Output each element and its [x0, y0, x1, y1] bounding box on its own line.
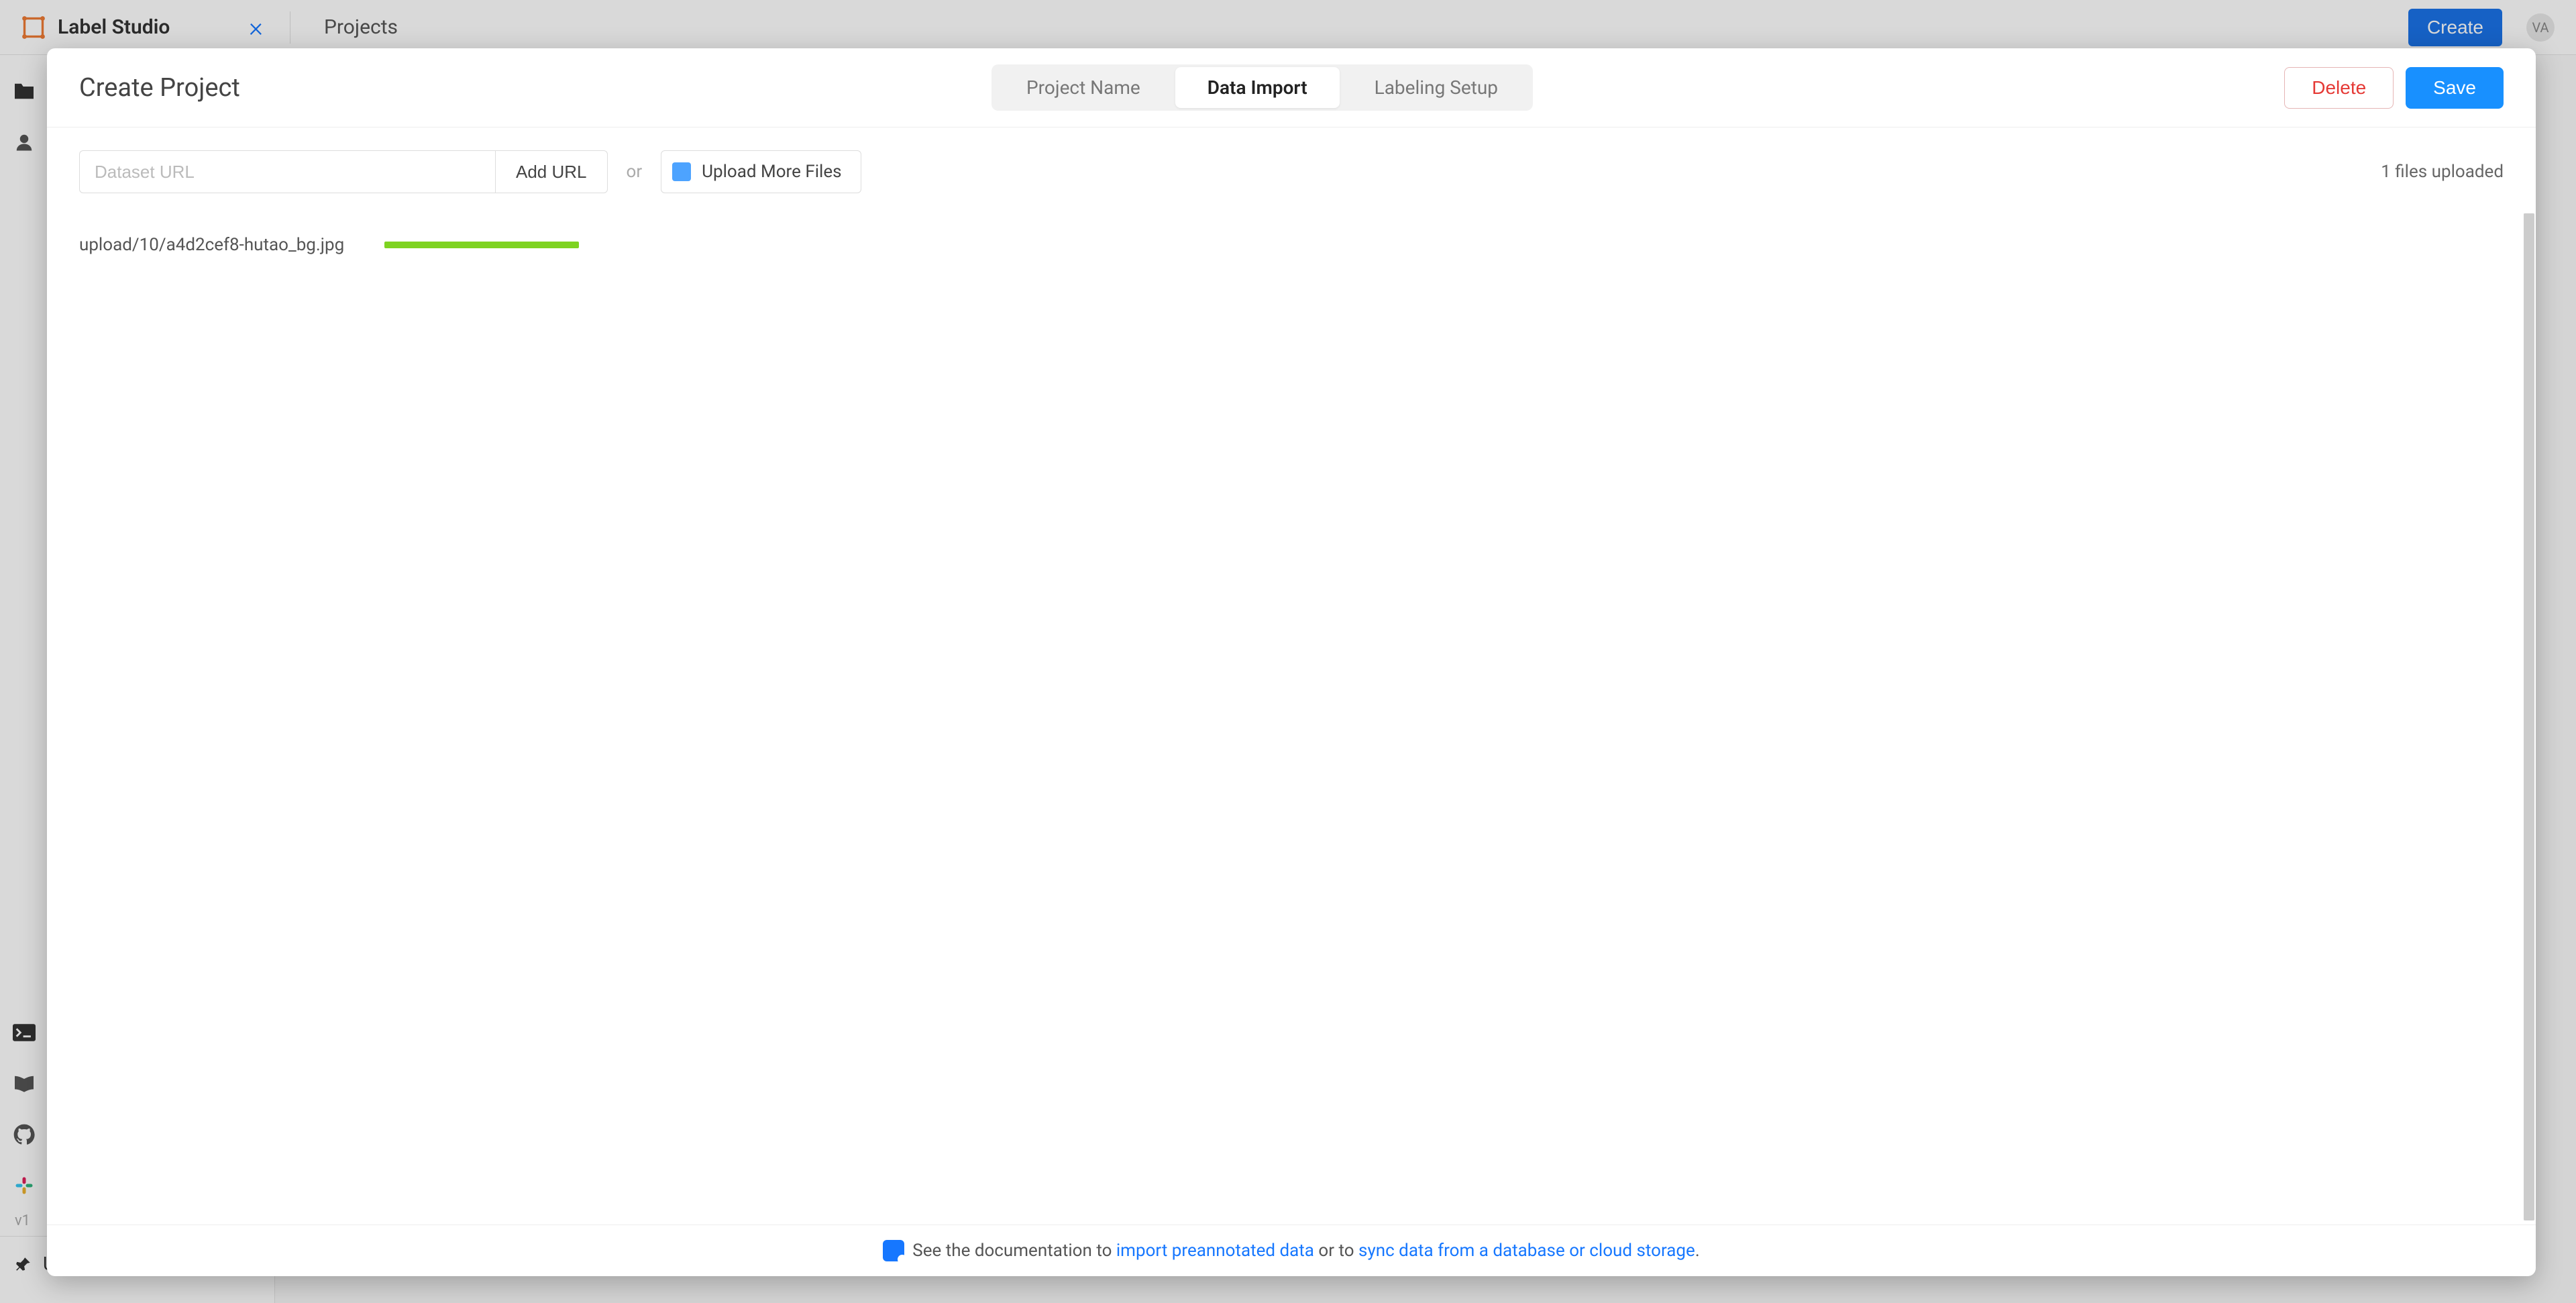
delete-button[interactable]: Delete [2284, 67, 2394, 109]
link-import-preannotated[interactable]: import preannotated data [1116, 1241, 1314, 1261]
upload-progress-bar [384, 242, 579, 248]
save-button[interactable]: Save [2406, 67, 2504, 109]
tab-project-name[interactable]: Project Name [994, 67, 1173, 108]
or-label: or [627, 162, 643, 182]
scrollbar-thumb[interactable] [2524, 213, 2534, 1220]
file-name: upload/10/a4d2cef8-hutao_bg.jpg [79, 235, 344, 255]
scrollbar[interactable] [2524, 213, 2534, 1220]
upload-more-button[interactable]: Upload More Files [661, 150, 861, 193]
modal-footer: See the documentation to import preannot… [47, 1224, 2536, 1276]
modal-header: Create Project Project Name Data Import … [47, 48, 2536, 127]
files-uploaded-status: 1 files uploaded [2381, 162, 2504, 182]
dataset-url-input[interactable] [79, 150, 495, 193]
file-row: upload/10/a4d2cef8-hutao_bg.jpg [79, 225, 2504, 264]
docs-icon [883, 1240, 904, 1261]
modal-tabs: Project Name Data Import Labeling Setup [991, 64, 1533, 111]
link-sync-cloud[interactable]: sync data from a database or cloud stora… [1358, 1241, 1695, 1261]
modal-title: Create Project [79, 73, 240, 103]
create-project-modal: Create Project Project Name Data Import … [47, 48, 2536, 1276]
import-controls: Add URL or Upload More Files 1 files upl… [47, 127, 2536, 209]
tab-labeling-setup[interactable]: Labeling Setup [1342, 67, 1530, 108]
add-url-button[interactable]: Add URL [495, 150, 608, 193]
upload-icon [672, 162, 691, 181]
modal-actions: Delete Save [2284, 67, 2504, 109]
upload-more-label: Upload More Files [702, 162, 841, 182]
tab-data-import[interactable]: Data Import [1175, 67, 1340, 108]
modal-body: Add URL or Upload More Files 1 files upl… [47, 127, 2536, 1224]
file-list: upload/10/a4d2cef8-hutao_bg.jpg [47, 209, 2536, 1224]
footer-text: See the documentation to import preannot… [912, 1241, 1699, 1261]
